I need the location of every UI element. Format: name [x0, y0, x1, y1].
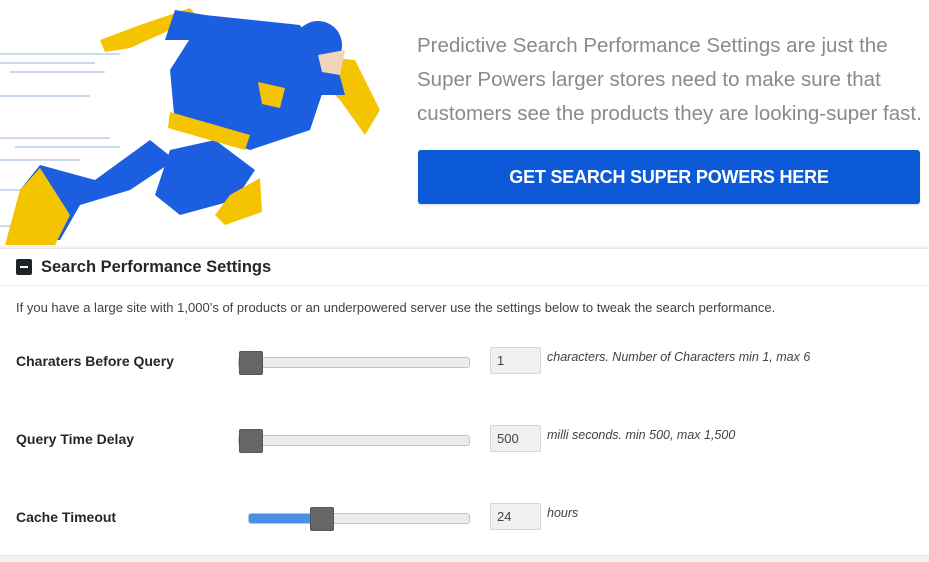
search-performance-panel: Search Performance Settings If you have … — [0, 248, 929, 556]
cache-timeout-slider[interactable] — [248, 507, 470, 531]
slider-handle[interactable] — [239, 429, 263, 453]
setting-row-characters-before-query: Charaters Before Query 1 characters. Num… — [0, 347, 929, 377]
setting-label: Charaters Before Query — [16, 353, 174, 369]
setting-hint: milli seconds. min 500, max 1,500 — [547, 428, 736, 442]
get-search-super-powers-button[interactable]: GET SEARCH SUPER POWERS HERE — [418, 150, 920, 204]
panel-header: Search Performance Settings — [0, 249, 929, 286]
panel-description: If you have a large site with 1,000’s of… — [16, 300, 776, 315]
characters-slider[interactable] — [238, 351, 470, 375]
setting-label: Query Time Delay — [16, 431, 135, 447]
superhero-mascot-icon — [0, 8, 380, 245]
hero-description: Predictive Search Performance Settings a… — [417, 34, 922, 125]
hero-banner: Predictive Search Performance Settings a… — [0, 0, 929, 246]
setting-row-query-time-delay: Query Time Delay 500 milli seconds. min … — [0, 425, 929, 455]
query-delay-value-field[interactable]: 500 — [490, 425, 541, 452]
slider-handle[interactable] — [239, 351, 263, 375]
characters-value-field[interactable]: 1 — [490, 347, 541, 374]
panel-title: Search Performance Settings — [41, 257, 272, 276]
slider-handle[interactable] — [310, 507, 334, 531]
setting-hint: hours — [547, 506, 579, 520]
collapse-icon[interactable] — [16, 259, 32, 275]
cache-timeout-value-field[interactable]: 24 — [490, 503, 541, 530]
query-delay-slider[interactable] — [238, 429, 470, 453]
setting-hint: characters. Number of Characters min 1, … — [547, 350, 811, 364]
setting-label: Cache Timeout — [16, 509, 117, 525]
setting-row-cache-timeout: Cache Timeout 24 hours — [0, 503, 929, 533]
